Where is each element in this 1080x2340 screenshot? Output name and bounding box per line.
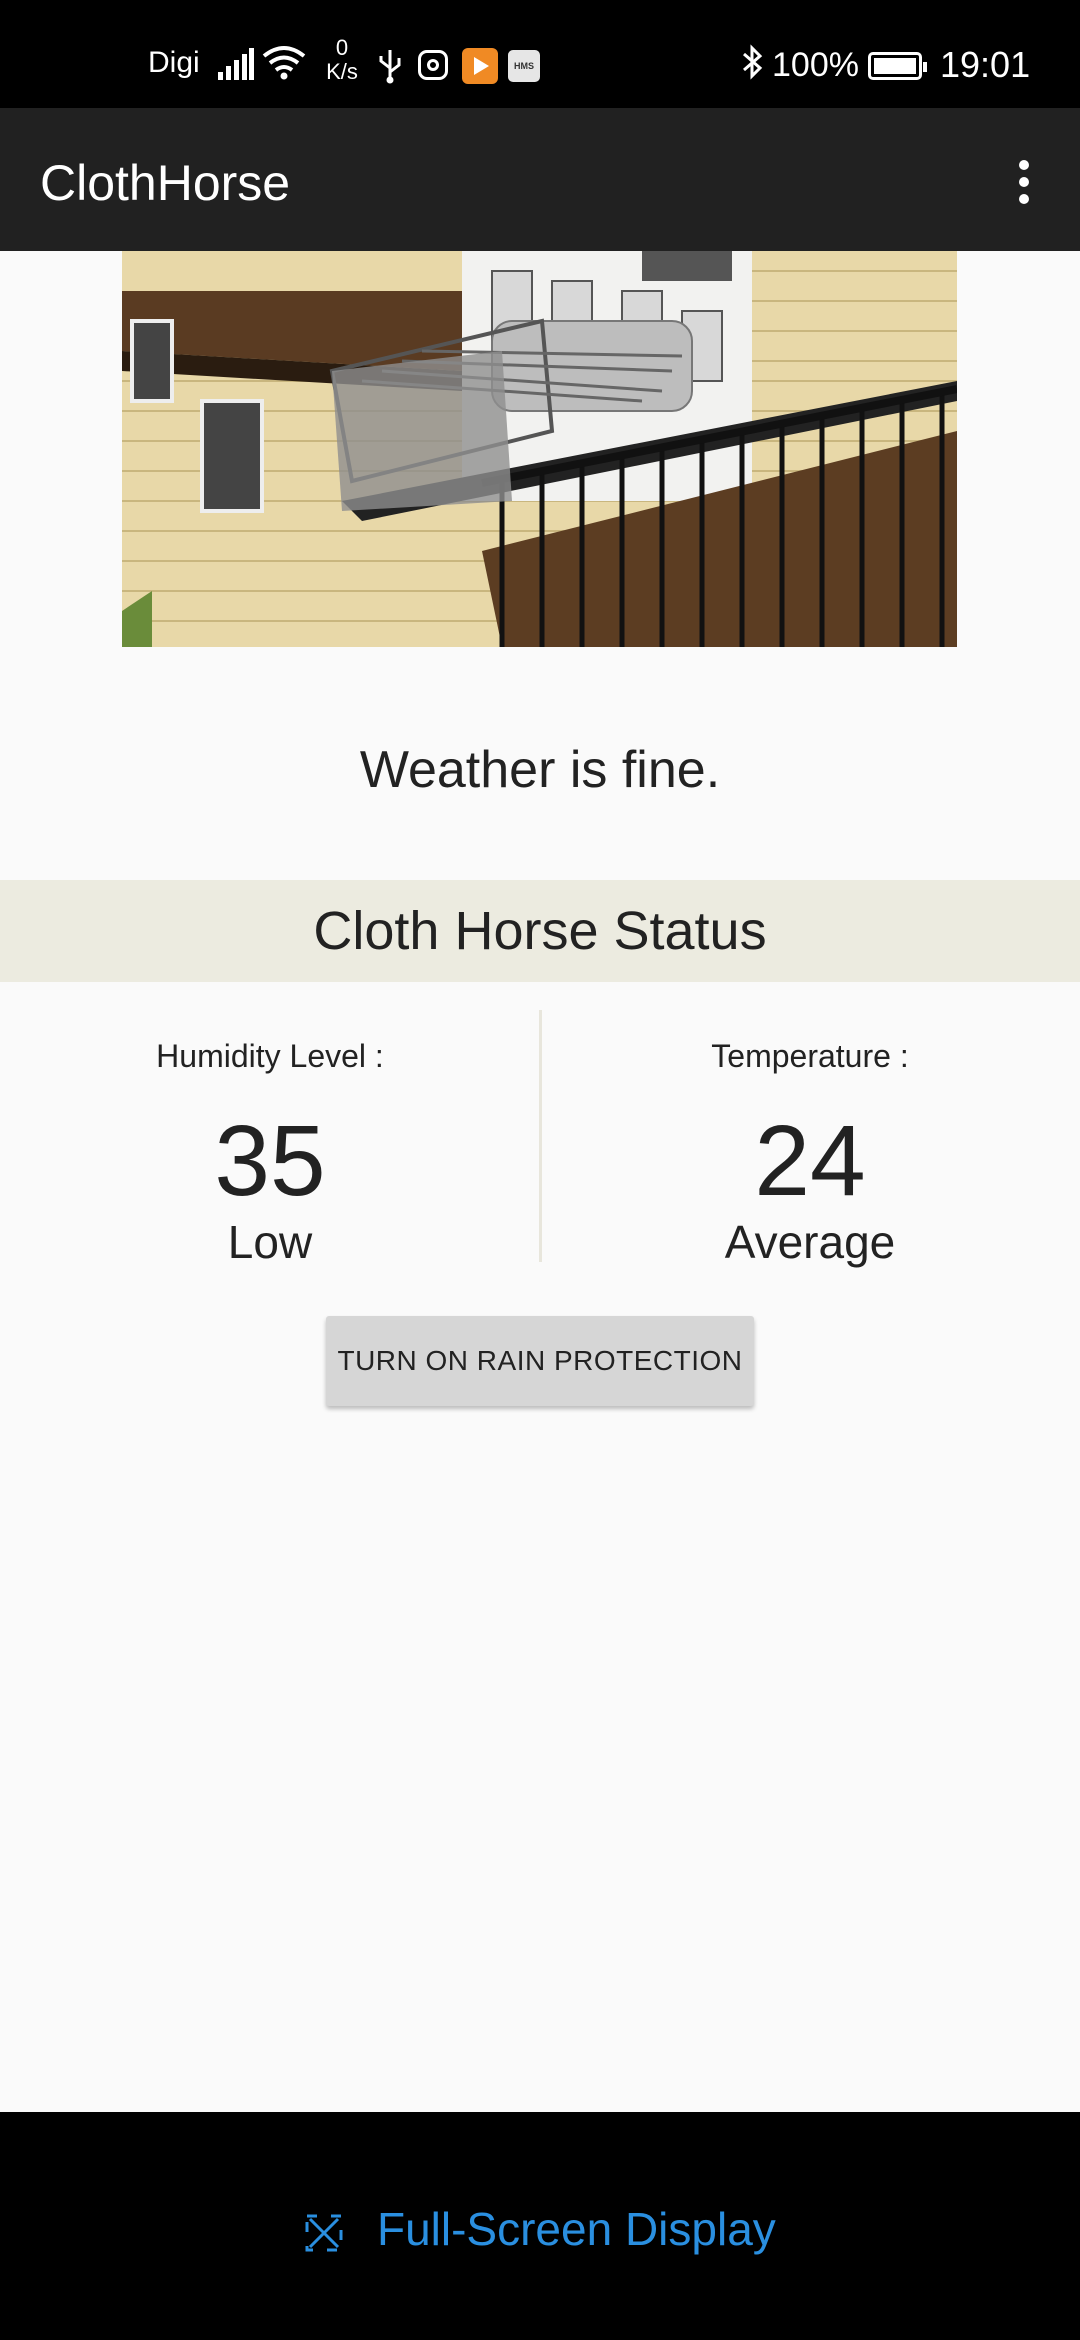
humidity-value: 35 bbox=[214, 1105, 326, 1217]
temperature-panel: Temperature : 24 Average bbox=[540, 1000, 1080, 1269]
instagram-icon bbox=[418, 50, 448, 80]
temperature-level: Average bbox=[724, 1216, 896, 1268]
weather-message: Weather is fine. bbox=[359, 741, 721, 799]
full-screen-display-label: Full-Screen Display bbox=[376, 2203, 776, 2255]
temperature-value: 24 bbox=[754, 1105, 866, 1217]
expand-icon bbox=[304, 2210, 344, 2264]
status-bar: Digi 0 K/s HMS 100% 19:01 bbox=[0, 0, 1080, 108]
app-title: ClothHorse bbox=[40, 155, 291, 211]
network-speed: 0 K/s bbox=[320, 36, 364, 84]
signal-icon bbox=[218, 48, 254, 85]
battery-percent: 100% bbox=[772, 46, 859, 84]
full-screen-display-link[interactable]: Full-Screen Display bbox=[0, 2202, 1080, 2264]
humidity-panel: Humidity Level : 35 Low bbox=[0, 1000, 540, 1269]
rain-protection-button[interactable]: TURN ON RAIN PROTECTION bbox=[326, 1316, 754, 1406]
app-bar: ClothHorse bbox=[0, 108, 1080, 251]
status-header: Cloth Horse Status bbox=[0, 880, 1080, 982]
humidity-label: Humidity Level : bbox=[156, 1038, 384, 1074]
network-speed-value: 0 bbox=[335, 35, 349, 60]
network-speed-unit: K/s bbox=[326, 59, 358, 84]
battery-icon bbox=[868, 52, 927, 80]
usb-icon bbox=[376, 48, 404, 89]
clock-time: 19:01 bbox=[940, 44, 1031, 85]
video-app-icon bbox=[462, 48, 498, 84]
bluetooth-icon bbox=[740, 44, 766, 89]
navigation-bar: Full-Screen Display bbox=[0, 2112, 1080, 2340]
humidity-level: Low bbox=[227, 1216, 313, 1268]
carrier-name: Digi bbox=[148, 46, 200, 79]
cloth-horse-illustration bbox=[122, 251, 957, 647]
temperature-label: Temperature : bbox=[711, 1038, 909, 1074]
hms-icon: HMS bbox=[508, 50, 540, 82]
wifi-icon bbox=[262, 44, 306, 85]
overflow-menu-icon[interactable] bbox=[1010, 160, 1038, 208]
